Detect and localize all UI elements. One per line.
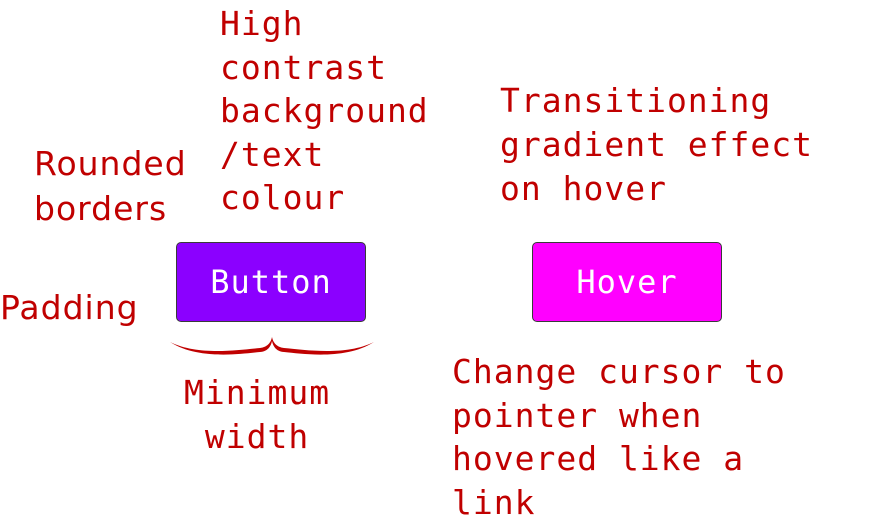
demo-button-default[interactable]: Button [176,242,366,322]
annotation-transition: Transitioning gradient effect on hover [500,81,814,208]
brace-shape [170,337,374,355]
demo-button-hover[interactable]: Hover [532,242,722,322]
annotation-high-contrast: High contrast background /text colour [220,4,429,217]
annotation-padding: Padding [0,288,139,327]
minimum-width-brace [170,337,374,355]
annotation-minimum-width: Minimum width [184,373,331,456]
annotation-rounded-borders: Rounded borders [34,144,187,228]
annotation-cursor: Change cursor to pointer when hovered li… [452,352,786,522]
